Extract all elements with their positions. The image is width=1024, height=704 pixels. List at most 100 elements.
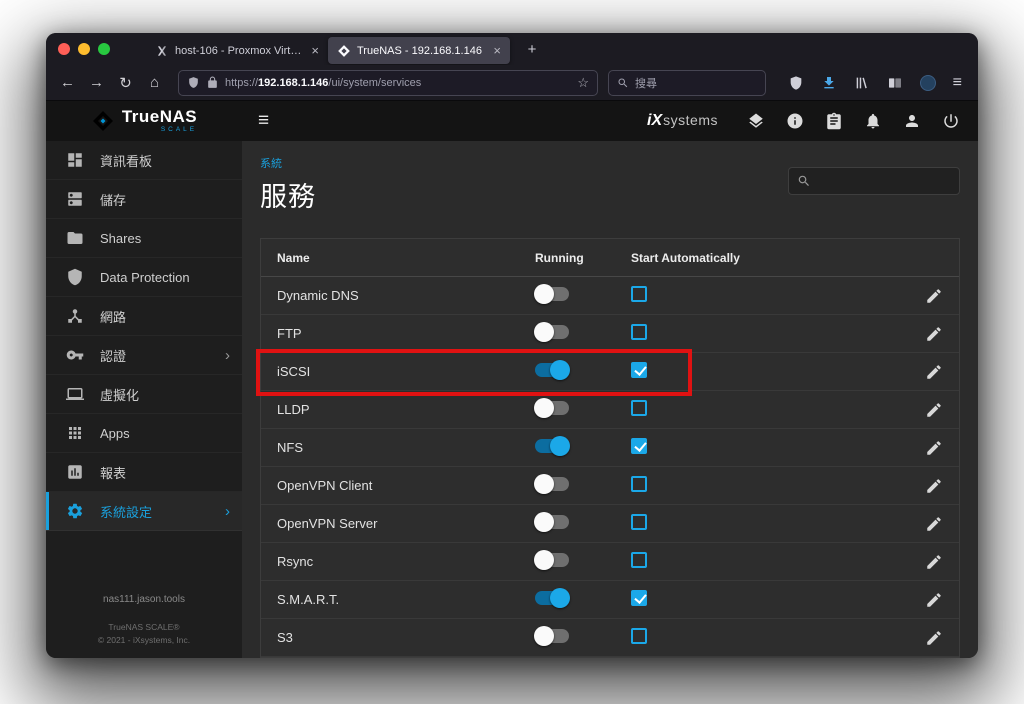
running-toggle[interactable] (534, 284, 569, 304)
edit-pencil-icon[interactable] (925, 477, 943, 495)
account-icon[interactable] (919, 74, 936, 91)
sidebar-item-label: Apps (100, 425, 130, 441)
lock-icon[interactable] (206, 76, 219, 89)
minimize-window-button[interactable] (78, 43, 90, 55)
sidebar-item-label: 資訊看板 (100, 153, 153, 169)
downloads-icon[interactable] (821, 75, 837, 91)
sidebar-item-credentials[interactable]: 認證 › (46, 336, 242, 375)
info-icon[interactable] (786, 112, 804, 130)
close-tab-icon[interactable]: × (311, 44, 319, 57)
table-row: FTP (261, 315, 959, 353)
sidebar-item-reporting[interactable]: 報表 (46, 453, 242, 492)
sidenav-toggle-button[interactable]: ≡ (258, 110, 269, 132)
service-name: NFS (277, 440, 303, 455)
sidebar-item-network[interactable]: 網路 (46, 297, 242, 336)
autostart-checkbox[interactable] (631, 400, 647, 416)
edit-pencil-icon[interactable] (925, 325, 943, 343)
sidebar-item-label: 虛擬化 (100, 387, 140, 403)
app-body: 資訊看板 儲存 Shares Data Protection 網路 認證 › 虛… (46, 141, 978, 658)
close-tab-icon[interactable]: × (493, 44, 501, 57)
url-bar[interactable]: https://192.168.1.146/ui/system/services… (178, 69, 598, 96)
column-start-automatically: Start Automatically (631, 250, 740, 265)
bookmark-star-icon[interactable]: ☆ (577, 75, 589, 91)
sidebar-item-system-settings[interactable]: 系統設定 › (46, 492, 242, 531)
autostart-checkbox[interactable] (631, 286, 647, 302)
back-button[interactable]: ← (54, 70, 81, 96)
edit-pencil-icon[interactable] (925, 515, 943, 533)
search-icon (797, 174, 811, 188)
running-toggle[interactable] (534, 626, 569, 646)
edit-pencil-icon[interactable] (925, 591, 943, 609)
running-toggle[interactable] (534, 474, 569, 494)
truecommand-layers-icon[interactable] (747, 112, 765, 130)
autostart-checkbox[interactable] (631, 628, 647, 644)
bar-chart-icon (66, 463, 84, 481)
running-toggle[interactable] (535, 360, 570, 380)
autostart-checkbox[interactable] (631, 324, 647, 340)
edit-pencil-icon[interactable] (925, 629, 943, 647)
truenas-logo-icon (91, 109, 115, 133)
table-row: S.M.A.R.T. (261, 581, 959, 619)
edit-pencil-icon[interactable] (925, 401, 943, 419)
edit-pencil-icon[interactable] (925, 553, 943, 571)
product-label: TrueNAS SCALE® (108, 621, 180, 632)
hostname-label: nas111.jason.tools (103, 593, 185, 605)
autostart-checkbox[interactable] (631, 362, 647, 378)
tracking-shield-icon[interactable] (187, 76, 200, 89)
running-toggle[interactable] (535, 436, 570, 456)
services-search-field[interactable] (788, 167, 960, 195)
tasks-clipboard-icon[interactable] (825, 112, 843, 130)
dashboard-icon (66, 151, 84, 169)
forward-button[interactable]: → (83, 70, 110, 96)
services-table: Name Running Start Automatically Dynamic… (256, 238, 960, 658)
tab-proxmox[interactable]: host-106 - Proxmox Virtual Env × (146, 37, 328, 64)
sidebar-item-apps[interactable]: Apps (46, 414, 242, 453)
home-button[interactable]: ⌂ (141, 70, 168, 96)
table-header: Name Running Start Automatically (261, 239, 959, 277)
service-name: iSCSI (277, 364, 311, 379)
browser-search-box[interactable]: 搜尋 (608, 69, 766, 96)
library-icon[interactable] (854, 75, 870, 91)
search-input[interactable] (817, 174, 951, 188)
sidebar-item-label: 報表 (100, 465, 127, 481)
tab-truenas[interactable]: TrueNAS - 192.168.1.146 × (328, 37, 510, 64)
chevron-right-icon: › (225, 502, 230, 520)
service-name: FTP (277, 326, 302, 341)
edit-pencil-icon[interactable] (925, 287, 943, 305)
service-name: Rsync (277, 554, 314, 569)
autostart-checkbox[interactable] (631, 438, 647, 454)
running-toggle[interactable] (534, 398, 569, 418)
sidebar-item-shares[interactable]: Shares (46, 219, 242, 258)
power-icon[interactable] (942, 112, 960, 130)
autostart-checkbox[interactable] (631, 590, 647, 606)
zoom-window-button[interactable] (98, 43, 110, 55)
new-tab-button[interactable]: + (520, 37, 544, 61)
table-row: OpenVPN Server (261, 505, 959, 543)
autostart-checkbox[interactable] (631, 552, 647, 568)
app-menu-icon[interactable]: ≡ (953, 74, 962, 91)
close-window-button[interactable] (58, 43, 70, 55)
edit-pencil-icon[interactable] (925, 363, 943, 381)
table-row: Rsync (261, 543, 959, 581)
edit-pencil-icon[interactable] (925, 439, 943, 457)
brand-subtitle: SCALE (160, 126, 198, 134)
sidebar-item-dashboard[interactable]: 資訊看板 (46, 141, 242, 180)
sidebar-item-storage[interactable]: 儲存 (46, 180, 242, 219)
sidebar-toggle-icon[interactable] (887, 75, 903, 91)
browser-window: host-106 - Proxmox Virtual Env × TrueNAS… (46, 33, 978, 658)
user-icon[interactable] (903, 112, 921, 130)
sidebar-item-label: Shares (100, 230, 142, 246)
running-toggle[interactable] (534, 322, 569, 342)
reload-button[interactable]: ↻ (112, 70, 139, 96)
running-toggle[interactable] (534, 512, 569, 532)
sidebar: 資訊看板 儲存 Shares Data Protection 網路 認證 › 虛… (46, 141, 242, 658)
notifications-bell-icon[interactable] (864, 112, 882, 130)
protections-shield-icon[interactable] (788, 75, 804, 91)
running-toggle[interactable] (535, 588, 570, 608)
copyright-label: © 2021 - iXsystems, Inc. (97, 635, 191, 646)
sidebar-item-virtualization[interactable]: 虛擬化 (46, 375, 242, 414)
running-toggle[interactable] (534, 550, 569, 570)
autostart-checkbox[interactable] (631, 476, 647, 492)
sidebar-item-data-protection[interactable]: Data Protection (46, 258, 242, 297)
autostart-checkbox[interactable] (631, 514, 647, 530)
